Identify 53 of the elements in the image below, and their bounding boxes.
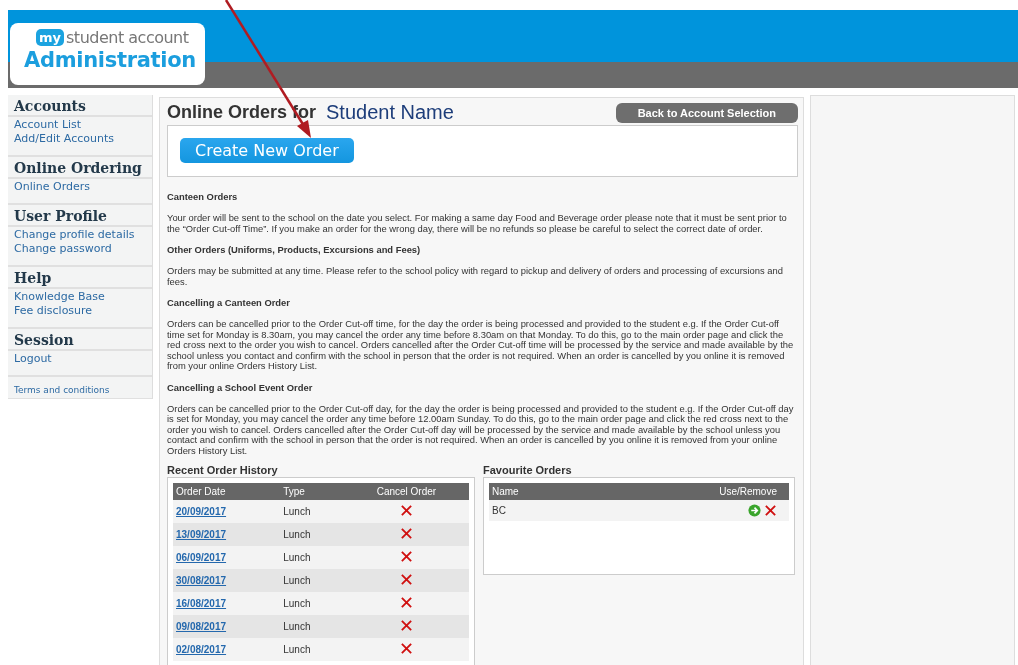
table-cell: Lunch	[280, 569, 344, 592]
column-header: Type	[280, 483, 344, 500]
info-paragraph: Orders can be cancelled prior to the Order Cut-off day, for the day the order is being processed and provided to the student e.g. If the Order Cut-off day is set for Monday, you may cancel the order any time before 12.00am Sunday. To do this, go to the main order page and click the red cross next to the order you wish to cancel. Orders cancelled after the Order Cut-off day will be processed by the service and made available by the school unless you contact and confirm with the school in person that the order is not required. When an order is cancelled by you online it is removed from your online Orders History List.	[167, 403, 795, 456]
info-paragraph: Orders may be submitted at any time. Please refer to the school policy with regard to pickup and delivery of orders and processing of excursions and fees.	[167, 266, 784, 287]
sidebar-link[interactable]: Account List	[14, 118, 146, 132]
logo[interactable]: my student account Administration	[10, 23, 205, 85]
cancel-icon[interactable]	[399, 619, 413, 632]
info-heading: Cancelling a Canteen Order	[167, 297, 291, 308]
column-header: Name	[489, 483, 582, 500]
table-cell: BC	[489, 500, 582, 521]
sidebar-link[interactable]: Online Orders	[14, 180, 146, 194]
sidebar-link[interactable]: Change profile details	[14, 228, 146, 242]
info-heading: Cancelling a School Event Order	[167, 381, 314, 393]
column-header: Cancel Order	[343, 483, 469, 500]
app-title: Administration	[24, 48, 197, 72]
cancel-icon[interactable]	[399, 642, 413, 655]
table-cell: Lunch	[280, 500, 344, 523]
info-paragraph: Your order will be sent to the school on the date you select. For making a same day Food and Beverage order please note that it must be sent prior to the “Order Cut-off Time”. If you make an order for the wrong day, there will be no refunds so please be careful to select the correct date of order.	[167, 213, 788, 234]
logo-badge: my	[36, 29, 65, 46]
section-heading: Accounts	[8, 95, 152, 117]
use-icon[interactable]	[748, 504, 762, 517]
table-title: Recent Order History	[167, 464, 279, 476]
terms-link[interactable]: Terms and conditions	[14, 385, 110, 395]
cancel-icon[interactable]	[399, 527, 413, 540]
back-button[interactable]: Back to Account Selection	[615, 102, 798, 123]
info-heading: Canteen Orders	[167, 191, 239, 202]
column-header: Use/Remove	[581, 483, 789, 500]
table-cell: Lunch	[280, 615, 344, 638]
remove-icon[interactable]	[764, 504, 777, 517]
table-cell: Lunch	[280, 523, 344, 546]
table-title: Favourite Orders	[483, 464, 573, 476]
info-heading: Other Orders (Uniforms, Products, Excursions and Fees)	[167, 244, 422, 255]
student-name: Student Name	[326, 101, 455, 124]
sidebar-link[interactable]: Logout	[14, 352, 146, 366]
sidebar-link[interactable]: Add/Edit Accounts	[14, 132, 146, 146]
table-cell: Lunch	[280, 546, 344, 569]
cancel-icon[interactable]	[399, 573, 413, 586]
table-cell: Lunch	[280, 638, 344, 661]
table-cell: Lunch	[280, 592, 344, 615]
cancel-icon[interactable]	[399, 504, 413, 517]
section-heading: User Profile	[8, 205, 152, 227]
create-order-button[interactable]: Create New Order	[180, 138, 354, 163]
sidebar-link[interactable]: Fee disclosure	[14, 304, 146, 318]
cancel-icon[interactable]	[399, 596, 413, 609]
column-header: Order Date	[173, 483, 281, 500]
section-heading: Online Ordering	[8, 157, 152, 179]
section-heading: Session	[8, 329, 152, 351]
cancel-icon[interactable]	[399, 550, 413, 563]
section-heading: Help	[8, 267, 152, 289]
sidebar-link[interactable]: Knowledge Base	[14, 290, 146, 304]
brand-name: student account	[66, 28, 189, 47]
sidebar-link[interactable]: Change password	[14, 242, 146, 256]
info-paragraph: Orders can be cancelled prior to the Order Cut-off time, for the day the order is being processed and provided to the student e.g. If the Order Cut-off time set for Monday is 8.30am, you may cancel the order any time before 8.30am on that Monday. To do this, go to the main order page and click the red cross next to the order you wish to cancel. Orders cancelled after the Order Cut-off time will be processed by the service and made available by the school unless you contact and confirm with the school in person that the order is not required. When an order is cancelled by you online it is removed from your online Orders History List.	[167, 319, 795, 372]
